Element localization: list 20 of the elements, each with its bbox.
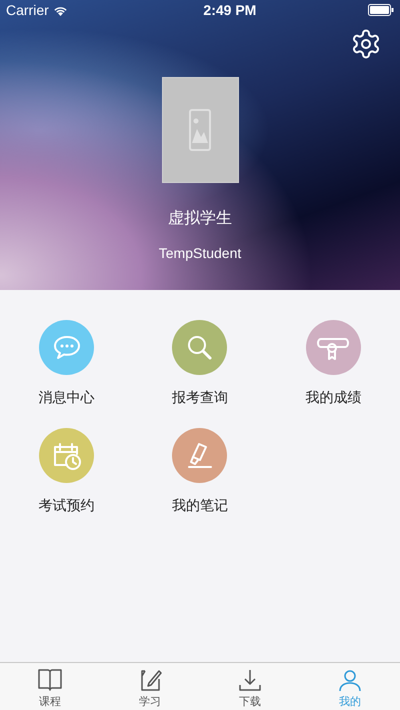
menu-item[interactable]: 消息中心 bbox=[0, 320, 134, 408]
settings-button[interactable] bbox=[350, 28, 382, 60]
student-name: 虚拟学生 bbox=[168, 208, 232, 229]
image-icon bbox=[189, 109, 211, 151]
tab-item[interactable]: 课程 bbox=[0, 668, 100, 710]
menu-item[interactable]: 报考查询 bbox=[133, 320, 267, 408]
wifi-icon bbox=[52, 4, 68, 16]
menu-item[interactable]: 我的笔记 bbox=[133, 428, 267, 516]
settings-icon bbox=[350, 28, 382, 60]
tab-item[interactable]: 学习 bbox=[100, 668, 200, 710]
person-icon bbox=[337, 668, 363, 692]
tab-item[interactable]: 下载 bbox=[200, 668, 300, 710]
download-icon bbox=[237, 668, 263, 692]
carrier-label: Carrier bbox=[6, 0, 49, 20]
student-username: TempStudent bbox=[158, 244, 242, 263]
status-time: 2:49 PM bbox=[203, 0, 256, 20]
battery-icon bbox=[368, 4, 394, 16]
menu-item[interactable]: 考试预约 bbox=[0, 428, 134, 516]
book-icon bbox=[37, 668, 63, 692]
menu-item[interactable]: 我的成绩 bbox=[266, 320, 400, 408]
